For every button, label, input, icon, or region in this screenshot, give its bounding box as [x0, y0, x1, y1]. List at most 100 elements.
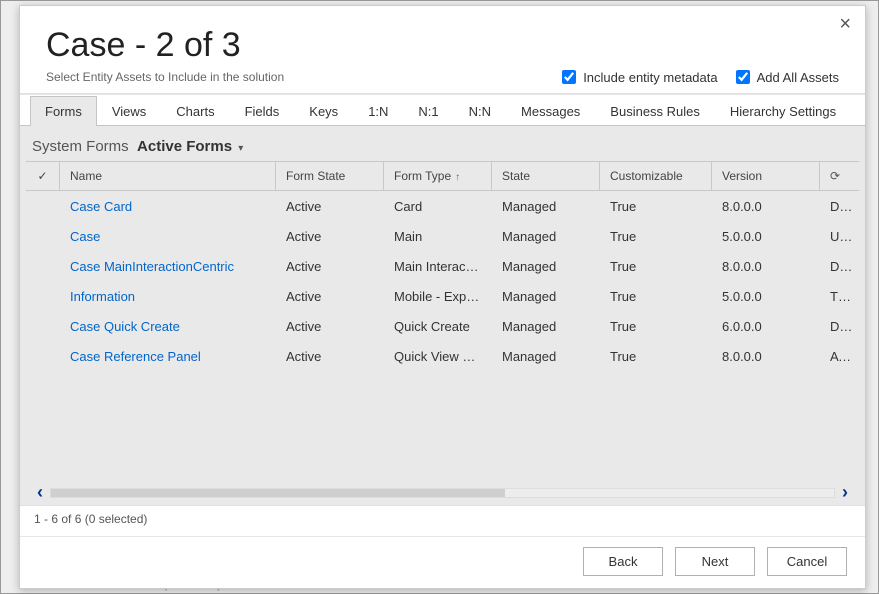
- row-form-type: Main: [384, 222, 492, 251]
- row-name-link[interactable]: Case Reference Panel: [60, 342, 276, 371]
- row-state: Managed: [492, 192, 600, 221]
- table-row[interactable]: Case MainInteractionCentricActiveMain In…: [26, 251, 859, 281]
- add-all-assets-input[interactable]: [736, 70, 750, 84]
- grid-rows: Case CardActiveCardManagedTrue8.0.0.0Def…: [26, 191, 859, 371]
- column-form-type[interactable]: Form Type↑: [384, 162, 492, 190]
- back-button[interactable]: Back: [583, 547, 663, 576]
- page-title: Case - 2 of 3: [46, 26, 839, 65]
- scroll-track[interactable]: [50, 488, 835, 498]
- tab-messages[interactable]: Messages: [506, 96, 595, 126]
- horizontal-scrollbar[interactable]: ‹ ›: [30, 482, 855, 503]
- row-state: Managed: [492, 342, 600, 371]
- column-refresh[interactable]: ⟳: [820, 162, 859, 190]
- row-form-type: Card: [384, 192, 492, 221]
- tab-views[interactable]: Views: [97, 96, 161, 126]
- chevron-down-icon: ▾: [238, 143, 243, 154]
- table-row[interactable]: Case Reference PanelActiveQuick View For…: [26, 341, 859, 371]
- add-all-assets-label: Add All Assets: [757, 70, 839, 85]
- row-form-state: Active: [276, 312, 384, 341]
- row-form-state: Active: [276, 192, 384, 221]
- include-entity-metadata-input[interactable]: [562, 70, 576, 84]
- grid-status: 1 - 6 of 6 (0 selected): [20, 505, 865, 536]
- view-selector[interactable]: System Forms Active Forms ▾: [20, 126, 865, 161]
- row-name-link[interactable]: Case MainInteractionCentric: [60, 252, 276, 281]
- row-version: 8.0.0.0: [712, 252, 820, 281]
- next-button[interactable]: Next: [675, 547, 755, 576]
- row-form-state: Active: [276, 222, 384, 251]
- tab-business-rules[interactable]: Business Rules: [595, 96, 715, 126]
- row-customizable: True: [600, 282, 712, 311]
- row-version: 6.0.0.0: [712, 312, 820, 341]
- column-name[interactable]: Name: [60, 162, 276, 190]
- row-checkbox[interactable]: [26, 229, 60, 243]
- row-desc: A fo: [820, 342, 859, 371]
- tab-forms[interactable]: Forms: [30, 96, 97, 126]
- row-desc: Def: [820, 192, 859, 221]
- view-prefix: System Forms: [32, 138, 129, 155]
- add-all-assets-checkbox[interactable]: Add All Assets: [732, 67, 839, 87]
- tab-n-n[interactable]: N:N: [454, 96, 506, 126]
- row-name-link[interactable]: Information: [60, 282, 276, 311]
- column-customizable[interactable]: Customizable: [600, 162, 712, 190]
- tab-keys[interactable]: Keys: [294, 96, 353, 126]
- row-state: Managed: [492, 252, 600, 281]
- row-customizable: True: [600, 192, 712, 221]
- row-form-type: Quick Create: [384, 312, 492, 341]
- row-form-type: Main Interaction...: [384, 252, 492, 281]
- row-name-link[interactable]: Case Card: [60, 192, 276, 221]
- tab-strip: FormsViewsChartsFieldsKeys1:NN:1N:NMessa…: [20, 94, 865, 125]
- include-entity-metadata-label: Include entity metadata: [583, 70, 717, 85]
- scroll-right-icon[interactable]: ›: [835, 482, 855, 503]
- row-customizable: True: [600, 252, 712, 281]
- tab-hierarchy-settings[interactable]: Hierarchy Settings: [715, 96, 851, 126]
- row-desc: Def: [820, 252, 859, 281]
- row-name-link[interactable]: Case: [60, 222, 276, 251]
- wizard-dialog: × Case - 2 of 3 Select Entity Assets to …: [19, 5, 866, 589]
- row-checkbox[interactable]: [26, 349, 60, 363]
- scroll-left-icon[interactable]: ‹: [30, 482, 50, 503]
- sort-asc-icon: ↑: [455, 172, 460, 183]
- table-row[interactable]: CaseActiveMainManagedTrue5.0.0.0Upd: [26, 221, 859, 251]
- tab-1-n[interactable]: 1:N: [353, 96, 403, 126]
- grid-header: ✓ Name Form State Form Type↑ State Custo…: [26, 162, 859, 191]
- row-desc: Upd: [820, 222, 859, 251]
- tab-charts[interactable]: Charts: [161, 96, 229, 126]
- row-form-type: Mobile - Express: [384, 282, 492, 311]
- tab-n-1[interactable]: N:1: [403, 96, 453, 126]
- row-state: Managed: [492, 312, 600, 341]
- column-select-all[interactable]: ✓: [26, 162, 60, 190]
- row-checkbox[interactable]: [26, 319, 60, 333]
- row-checkbox[interactable]: [26, 289, 60, 303]
- row-state: Managed: [492, 282, 600, 311]
- column-state[interactable]: State: [492, 162, 600, 190]
- forms-grid: ✓ Name Form State Form Type↑ State Custo…: [26, 161, 859, 474]
- row-version: 8.0.0.0: [712, 192, 820, 221]
- row-form-state: Active: [276, 252, 384, 281]
- row-checkbox[interactable]: [26, 259, 60, 273]
- row-name-link[interactable]: Case Quick Create: [60, 312, 276, 341]
- cancel-button[interactable]: Cancel: [767, 547, 847, 576]
- table-row[interactable]: Case Quick CreateActiveQuick CreateManag…: [26, 311, 859, 341]
- column-version[interactable]: Version: [712, 162, 820, 190]
- include-entity-metadata-checkbox[interactable]: Include entity metadata: [558, 67, 717, 87]
- row-version: 5.0.0.0: [712, 282, 820, 311]
- row-customizable: True: [600, 342, 712, 371]
- table-row[interactable]: InformationActiveMobile - ExpressManaged…: [26, 281, 859, 311]
- row-checkbox[interactable]: [26, 199, 60, 213]
- row-version: 8.0.0.0: [712, 342, 820, 371]
- column-form-state[interactable]: Form State: [276, 162, 384, 190]
- refresh-icon: ⟳: [830, 169, 840, 183]
- tab-fields[interactable]: Fields: [230, 96, 295, 126]
- page-subtitle: Select Entity Assets to Include in the s…: [46, 70, 284, 84]
- row-desc: Def: [820, 312, 859, 341]
- table-row[interactable]: Case CardActiveCardManagedTrue8.0.0.0Def: [26, 191, 859, 221]
- row-form-state: Active: [276, 282, 384, 311]
- row-form-state: Active: [276, 342, 384, 371]
- scroll-thumb[interactable]: [51, 489, 505, 497]
- close-icon[interactable]: ×: [839, 14, 851, 34]
- row-form-type: Quick View Form: [384, 342, 492, 371]
- row-desc: This: [820, 282, 859, 311]
- row-version: 5.0.0.0: [712, 222, 820, 251]
- row-state: Managed: [492, 222, 600, 251]
- view-name: Active Forms: [137, 138, 232, 155]
